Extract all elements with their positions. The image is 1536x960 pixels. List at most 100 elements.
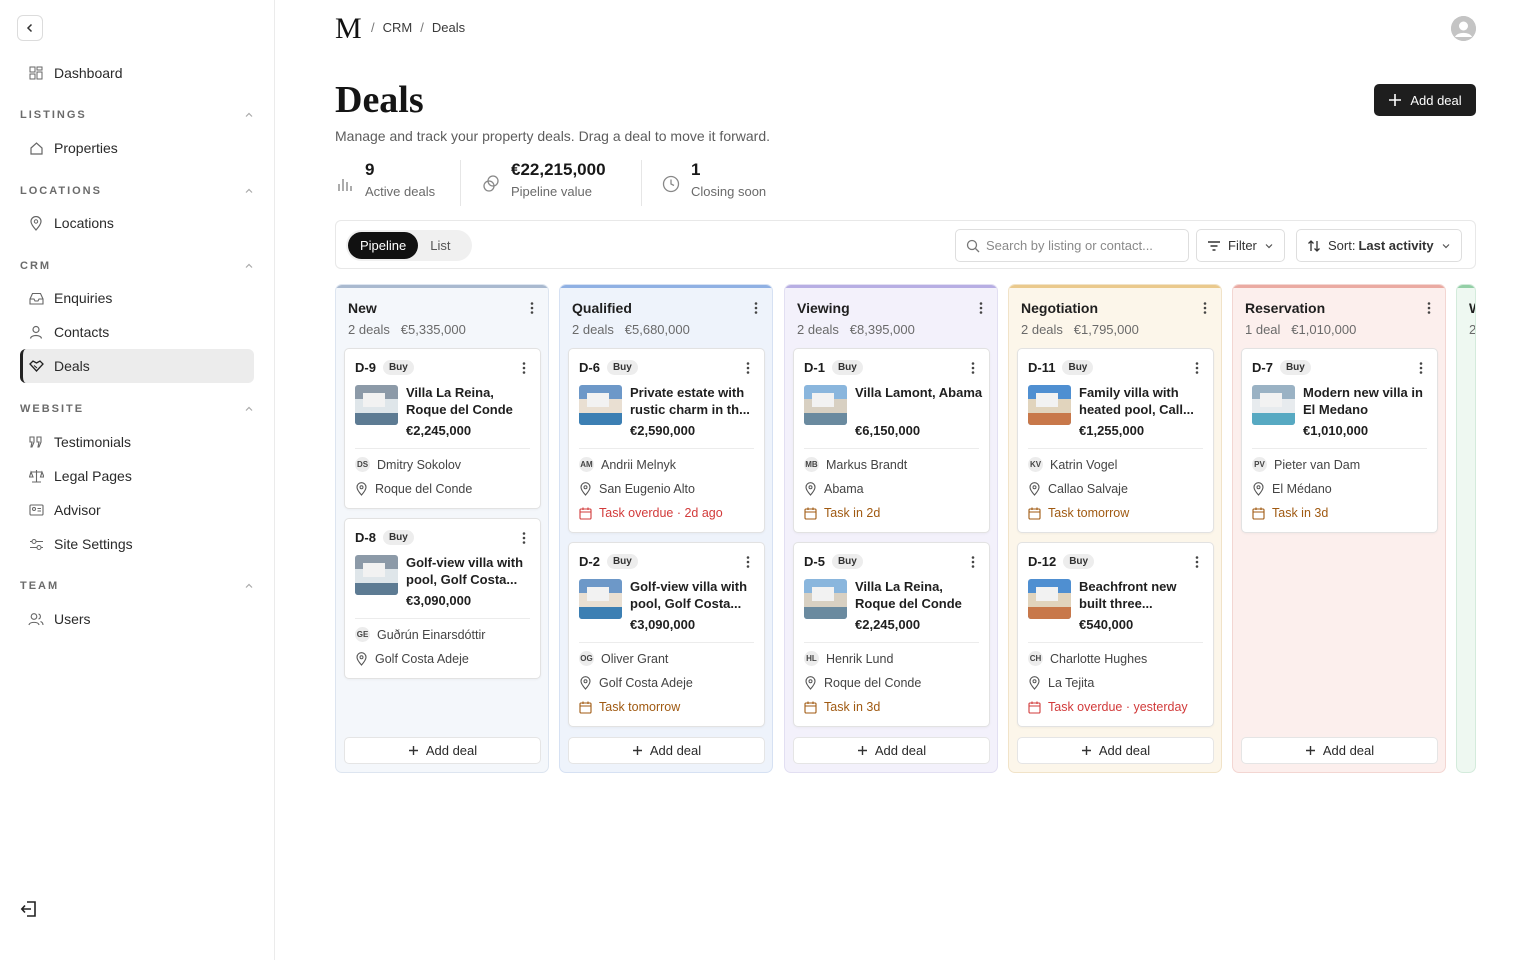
breadcrumb-crm[interactable]: CRM — [383, 20, 413, 35]
sidebar-item-label: Deals — [54, 358, 90, 374]
deal-card[interactable]: D-1 Buy Villa Lamont, Abama €6,150,000 M… — [793, 348, 990, 533]
deal-header: D-7 Buy — [1252, 360, 1311, 375]
deal-card[interactable]: D-8 Buy Golf-view villa with pool, Golf … — [344, 518, 541, 679]
coins-icon — [483, 175, 499, 192]
deal-menu-button[interactable] — [522, 531, 526, 549]
deal-card[interactable]: D-7 Buy Modern new villa in El Medano €1… — [1241, 348, 1438, 533]
property-title: Villa La Reina, Roque del Conde — [855, 579, 962, 611]
collapse-sidebar-button[interactable] — [17, 15, 43, 41]
chevron-down-icon — [1442, 243, 1450, 248]
column-menu-button[interactable] — [1203, 301, 1207, 319]
deal-card[interactable]: D-12 Buy Beachfront new built three... €… — [1017, 542, 1214, 727]
add-deal-button[interactable]: Add deal — [1374, 84, 1476, 116]
column-menu-button[interactable] — [1427, 301, 1431, 319]
column-add-deal-button[interactable]: Add deal — [568, 737, 765, 764]
deal-header: D-2 Buy — [579, 554, 638, 569]
deal-menu-button[interactable] — [746, 555, 750, 573]
property-photo-icon — [355, 555, 398, 595]
deal-price: €3,090,000 — [406, 593, 472, 608]
deal-menu-button[interactable] — [971, 361, 975, 379]
filter-button[interactable]: Filter — [1196, 229, 1285, 262]
pipeline-column: Reservation 1 deal €1,010,000 D-7 Buy Mo… — [1232, 284, 1446, 773]
clock-icon — [662, 175, 680, 193]
more-vertical-icon — [530, 302, 534, 314]
sidebar-item-properties[interactable]: Properties — [20, 131, 254, 165]
deal-id: D-5 — [804, 554, 825, 569]
column-meta: 2 deals €1,795,000 — [1021, 322, 1139, 337]
sidebar-item-locations[interactable]: Locations — [20, 206, 254, 240]
users-icon — [28, 611, 44, 627]
brand-logo[interactable]: M — [335, 14, 362, 44]
section-listings[interactable]: LISTINGS — [20, 105, 254, 125]
chevron-up-icon — [245, 188, 253, 193]
section-website[interactable]: WEBSITE — [20, 399, 254, 419]
column-title: W — [1469, 300, 1475, 316]
column-menu-button[interactable] — [754, 301, 758, 319]
column-menu-button[interactable] — [979, 301, 983, 319]
sidebar-item-label: Enquiries — [54, 290, 113, 306]
view-pipeline-tab[interactable]: Pipeline — [348, 232, 419, 259]
column-meta: 1 deal €1,010,000 — [1245, 322, 1357, 337]
column-title: Reservation — [1245, 300, 1326, 316]
deal-menu-button[interactable] — [1195, 555, 1199, 573]
contact-name: Markus Brandt — [826, 457, 908, 472]
deal-contact: PV Pieter van Dam — [1252, 457, 1360, 472]
more-vertical-icon — [971, 362, 975, 374]
sidebar-item-advisor[interactable]: Advisor — [20, 493, 254, 527]
deal-contact: CH Charlotte Hughes — [1028, 651, 1147, 666]
pin-icon — [1029, 482, 1040, 496]
column-add-deal-button[interactable]: Add deal — [793, 737, 990, 764]
sidebar-item-testimonials[interactable]: Testimonials — [20, 425, 254, 459]
section-crm[interactable]: CRM — [20, 256, 254, 276]
column-menu-button[interactable] — [530, 301, 534, 319]
deal-card[interactable]: D-11 Buy Family villa with heated pool, … — [1017, 348, 1214, 533]
column-add-deal-button[interactable]: Add deal — [1017, 737, 1214, 764]
deal-menu-button[interactable] — [1419, 361, 1423, 379]
deal-menu-button[interactable] — [1195, 361, 1199, 379]
column-add-deal-button[interactable]: Add deal — [344, 737, 541, 764]
deal-price: €1,010,000 — [1303, 423, 1369, 438]
sidebar-item-legal-pages[interactable]: Legal Pages — [20, 459, 254, 493]
pin-icon — [28, 215, 44, 231]
deal-card[interactable]: D-2 Buy Golf-view villa with pool, Golf … — [568, 542, 765, 727]
plus-icon — [1081, 746, 1091, 755]
sidebar-item-contacts[interactable]: Contacts — [20, 315, 254, 349]
sidebar-item-users[interactable]: Users — [20, 602, 254, 636]
breadcrumb: / CRM / Deals — [371, 20, 466, 35]
sidebar-item-deals[interactable]: Deals — [20, 349, 254, 383]
property-photo-icon — [579, 385, 622, 425]
task-status: Task tomorrow — [599, 700, 681, 714]
page-title: Deals — [335, 79, 424, 121]
more-vertical-icon — [1419, 362, 1423, 374]
sidebar-item-dashboard[interactable]: Dashboard — [20, 56, 254, 90]
location-name: Roque del Conde — [375, 482, 473, 496]
view-toggle: Pipeline List — [346, 230, 472, 261]
sort-button[interactable]: Sort: Last activity — [1296, 229, 1462, 262]
deal-menu-button[interactable] — [746, 361, 750, 379]
deal-id: D-12 — [1028, 554, 1057, 569]
avatar[interactable] — [1451, 16, 1476, 41]
calendar-icon — [1028, 701, 1041, 714]
deal-card[interactable]: D-6 Buy Private estate with rustic charm… — [568, 348, 765, 533]
deal-type-badge: Buy — [1063, 554, 1095, 569]
section-team[interactable]: TEAM — [20, 576, 254, 596]
logout-button[interactable] — [20, 900, 40, 920]
deal-card[interactable]: D-5 Buy Villa La Reina, Roque del Conde … — [793, 542, 990, 727]
calendar-icon — [579, 701, 592, 714]
property-photo-icon — [1252, 385, 1295, 425]
deal-menu-button[interactable] — [522, 361, 526, 379]
column-title: Qualified — [572, 300, 632, 316]
view-list-tab[interactable]: List — [418, 232, 462, 259]
search-input[interactable] — [986, 238, 1176, 253]
sidebar-item-site-settings[interactable]: Site Settings — [20, 527, 254, 561]
contact-initials: DS — [355, 457, 370, 472]
deal-menu-button[interactable] — [971, 555, 975, 573]
deal-type-badge: Buy — [831, 360, 863, 375]
sidebar-item-enquiries[interactable]: Enquiries — [20, 281, 254, 315]
deal-card[interactable]: D-9 Buy Villa La Reina, Roque del Conde … — [344, 348, 541, 509]
section-locations[interactable]: LOCATIONS — [20, 181, 254, 201]
deal-header: D-11 Buy — [1028, 360, 1094, 375]
location-name: La Tejita — [1048, 676, 1095, 690]
column-add-deal-button[interactable]: Add deal — [1241, 737, 1438, 764]
sidebar-item-label: Advisor — [54, 502, 101, 518]
